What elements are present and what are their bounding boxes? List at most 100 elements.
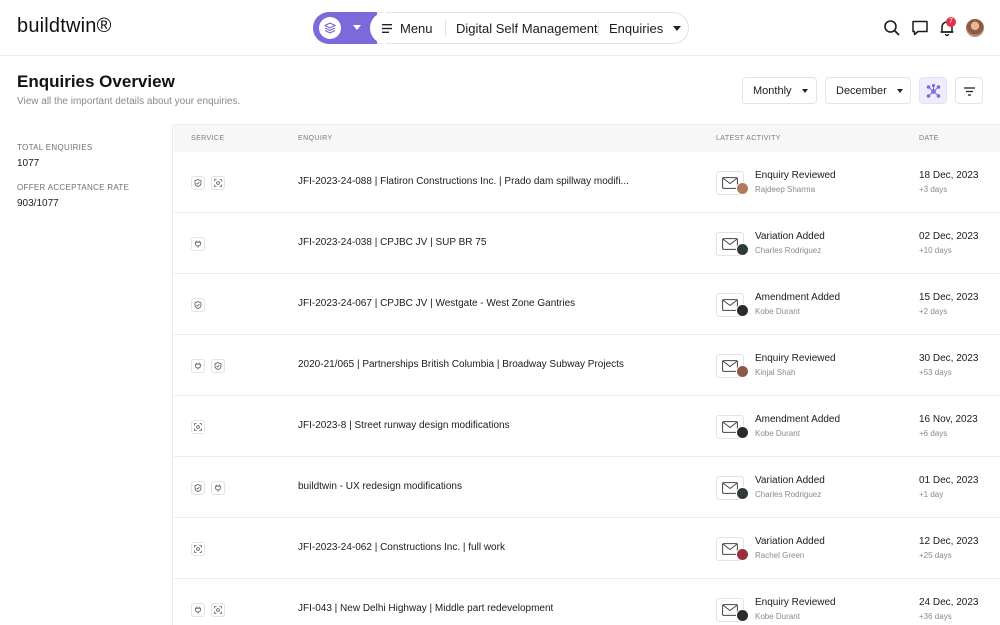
menu-label: Menu (400, 20, 433, 36)
plug-icon (191, 603, 205, 617)
scan-icon (211, 176, 225, 190)
search-icon[interactable] (883, 19, 901, 37)
enquiry-age: +1 day (919, 490, 944, 499)
enquiry-title[interactable]: 2020-21/065 | Partnerships British Colum… (298, 359, 624, 370)
enquiry-stats-panel: TOTAL ENQUIRIES 1077 OFFER ACCEPTANCE RA… (0, 124, 173, 625)
top-navigation-bar: buildtwin® Menu Digital Self Management … (0, 0, 1000, 56)
table-row[interactable]: 2020-21/065 | Partnerships British Colum… (174, 335, 1000, 396)
filter-button[interactable] (955, 77, 983, 104)
enquiry-title[interactable]: JFI-043 | New Delhi Highway | Middle par… (298, 603, 553, 614)
table-row[interactable]: JFI-2023-24-088 | Flatiron Constructions… (174, 152, 1000, 213)
scan-icon (211, 603, 225, 617)
shield-icon (191, 481, 205, 495)
hamburger-icon (382, 23, 392, 33)
enquiry-date: 01 Dec, 2023 (919, 475, 979, 486)
layers-icon (319, 17, 341, 39)
column-header-date[interactable]: DATE (919, 135, 939, 142)
shield-icon (211, 359, 225, 373)
enquiry-title[interactable]: buildtwin - UX redesign modifications (298, 481, 462, 492)
activity-person: Charles Rodriguez (755, 246, 822, 255)
activity-person: Kobe Durant (755, 429, 800, 438)
avatar (736, 426, 749, 439)
activity-person: Rachel Green (755, 551, 805, 560)
service-icons (191, 420, 205, 434)
menu-button[interactable]: Menu (382, 13, 433, 43)
enquiry-title[interactable]: JFI-2023-8 | Street runway design modifi… (298, 420, 510, 431)
stat-value: 1077 (17, 158, 40, 169)
scan-icon (191, 542, 205, 556)
activity-person: Kinjal Shah (755, 368, 796, 377)
activity-title: Enquiry Reviewed (755, 353, 836, 364)
activity-title: Enquiry Reviewed (755, 597, 836, 608)
activity-title: Amendment Added (755, 414, 841, 425)
service-icons (191, 481, 225, 495)
enquiry-age: +3 days (919, 185, 948, 194)
workspace-switcher-button[interactable] (313, 12, 377, 44)
chat-icon[interactable] (911, 19, 929, 37)
shield-icon (191, 298, 205, 312)
service-icons (191, 542, 205, 556)
user-avatar[interactable] (966, 19, 984, 37)
column-header-latest-activity[interactable]: LATEST ACTIVITY (716, 135, 781, 142)
enquiry-title[interactable]: JFI-2023-24-088 | Flatiron Constructions… (298, 176, 629, 187)
enquiry-age: +53 days (919, 368, 952, 377)
month-dropdown[interactable]: December (825, 77, 911, 104)
notification-badge: 7 (946, 17, 956, 27)
activity-title: Variation Added (755, 231, 825, 242)
shield-icon (191, 176, 205, 190)
avatar (736, 548, 749, 561)
activity-person: Rajdeep Sharma (755, 185, 816, 194)
avatar (736, 304, 749, 317)
column-header-service[interactable]: SERVICE (191, 135, 224, 142)
network-icon (926, 84, 941, 98)
app-logo[interactable]: buildtwin® (17, 15, 112, 38)
chevron-down-icon (801, 88, 808, 93)
plug-icon (191, 359, 205, 373)
nav-divider (598, 20, 599, 36)
avatar (736, 609, 749, 622)
activity-person: Kobe Durant (755, 612, 800, 621)
stat-label: OFFER ACCEPTANCE RATE (17, 183, 130, 192)
chevron-down-icon (896, 88, 903, 93)
nav-item-enquiries[interactable]: Enquiries (609, 13, 682, 43)
activity-title: Enquiry Reviewed (755, 170, 836, 181)
service-icons (191, 298, 205, 312)
column-header-enquiry[interactable]: ENQUIRY (298, 135, 333, 142)
activity-title: Variation Added (755, 475, 825, 486)
enquiry-date: 16 Nov, 2023 (919, 414, 978, 425)
table-row[interactable]: buildtwin - UX redesign modifications Var… (174, 457, 1000, 518)
plug-icon (191, 237, 205, 251)
service-icons (191, 237, 205, 251)
chevron-down-icon (673, 25, 682, 31)
page-title: Enquiries Overview (17, 72, 175, 91)
enquiry-date: 18 Dec, 2023 (919, 170, 979, 181)
avatar (736, 487, 749, 500)
nav-item-digital-self-management[interactable]: Digital Self Management (456, 13, 598, 43)
avatar (736, 365, 749, 378)
enquiry-title[interactable]: JFI-2023-24-038 | CPJBC JV | SUP BR 75 (298, 237, 486, 248)
service-icons (191, 603, 225, 617)
scan-icon (191, 420, 205, 434)
enquiry-age: +10 days (919, 246, 952, 255)
enquiry-title[interactable]: JFI-2023-24-067 | CPJBC JV | Westgate - … (298, 298, 575, 309)
enquiry-date: 12 Dec, 2023 (919, 536, 979, 547)
table-row[interactable]: JFI-2023-24-067 | CPJBC JV | Westgate - … (174, 274, 1000, 335)
enquiry-title[interactable]: JFI-2023-24-062 | Constructions Inc. | f… (298, 542, 505, 553)
table-row[interactable]: JFI-2023-24-062 | Constructions Inc. | f… (174, 518, 1000, 579)
enquiry-age: +36 days (919, 612, 952, 621)
chevron-down-icon (353, 25, 361, 30)
network-view-button[interactable] (919, 77, 947, 104)
stat-value: 903/1077 (17, 198, 59, 209)
enquiry-age: +6 days (919, 429, 948, 438)
enquiry-age: +2 days (919, 307, 948, 316)
activity-title: Variation Added (755, 536, 825, 547)
page-subtitle: View all the important details about you… (17, 96, 241, 107)
activity-person: Kobe Durant (755, 307, 800, 316)
table-row[interactable]: JFI-2023-24-038 | CPJBC JV | SUP BR 75 Va… (174, 213, 1000, 274)
filter-icon (964, 87, 975, 96)
enquiry-date: 24 Dec, 2023 (919, 597, 979, 608)
nav-divider (445, 20, 446, 36)
period-dropdown[interactable]: Monthly (742, 77, 817, 104)
table-row[interactable]: JFI-043 | New Delhi Highway | Middle par… (174, 579, 1000, 625)
table-row[interactable]: JFI-2023-8 | Street runway design modifi… (174, 396, 1000, 457)
